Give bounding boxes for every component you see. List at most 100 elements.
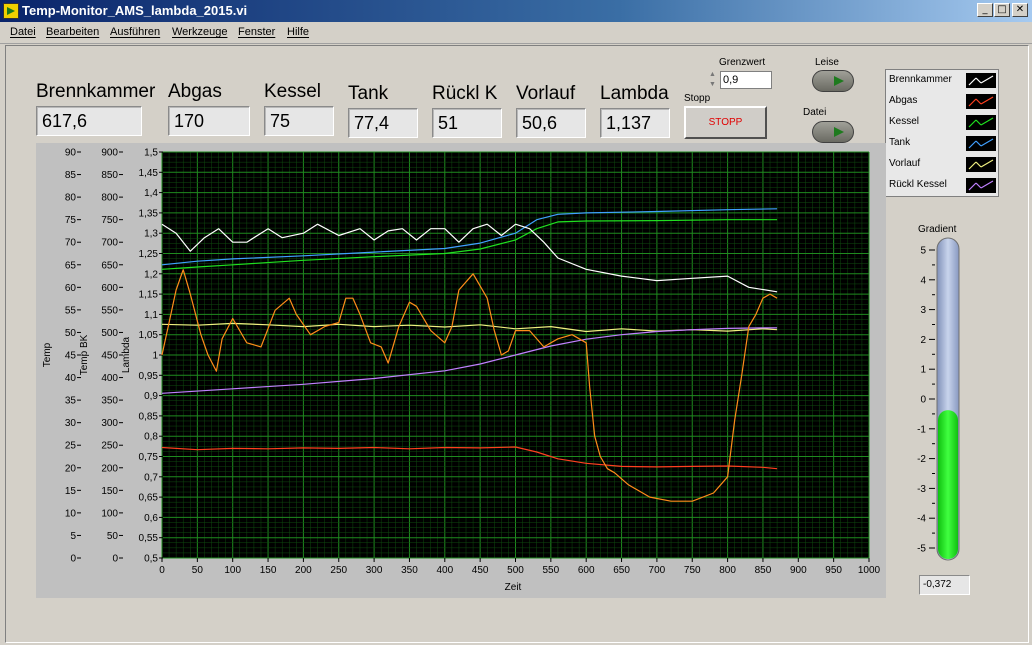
y-tick-label: 10	[65, 508, 77, 519]
plot-legend: Brennkammer Abgas Kessel Tank Vorlauf Rü…	[885, 69, 999, 197]
y-tick-label: 20	[65, 463, 77, 474]
y-tick-label: 1,25	[139, 249, 159, 260]
y-tick-label: 200	[101, 463, 118, 474]
grenzwert-input[interactable]: 0,9	[720, 71, 772, 89]
x-tick-label: 700	[649, 565, 666, 576]
y-tick-label: 1,15	[139, 290, 159, 301]
indicator-label-vorlauf: Vorlauf	[516, 83, 576, 104]
close-button[interactable]: ✕	[1012, 3, 1028, 17]
y-tick-label: 850	[101, 170, 118, 181]
x-tick-label: 300	[366, 565, 383, 576]
menu-bar: Datei Bearbeiten Ausführen Werkzeuge Fen…	[0, 22, 1032, 44]
legend-label: Vorlauf	[889, 158, 921, 169]
x-tick-label: 600	[578, 565, 595, 576]
y-tick-label: 90	[65, 148, 77, 159]
y-tick-label: 1,1	[144, 310, 158, 321]
menu-werkzeuge[interactable]: Werkzeuge	[172, 26, 227, 38]
y-tick-label: 80	[65, 193, 77, 204]
x-tick-label: 1000	[858, 565, 881, 576]
menu-datei[interactable]: Datei	[10, 26, 36, 38]
y-axis-label-lambda: Lambda	[121, 336, 132, 373]
indicator-kessel: 75	[264, 106, 334, 136]
legend-item-tank[interactable]: Tank	[886, 133, 1000, 154]
gradient-tick-label: 0	[920, 395, 926, 406]
y-tick-label: 150	[101, 486, 118, 497]
y-tick-label: 85	[65, 170, 77, 181]
stopp-button[interactable]: STOPP	[684, 106, 767, 139]
legend-item-abgas[interactable]: Abgas	[886, 91, 1000, 112]
y-tick-label: 500	[101, 328, 118, 339]
x-tick-label: 150	[260, 565, 277, 576]
y-tick-label: 1,35	[139, 208, 159, 219]
x-tick-label: 950	[825, 565, 842, 576]
indicator-label-lambda: Lambda	[600, 83, 669, 104]
x-tick-label: 900	[790, 565, 807, 576]
y-tick-label: 40	[65, 373, 77, 384]
datei-toggle[interactable]	[812, 121, 854, 143]
legend-swatch	[966, 115, 996, 130]
x-tick-label: 200	[295, 565, 312, 576]
y-tick-label: 1,45	[139, 168, 159, 179]
leise-label: Leise	[815, 57, 839, 68]
y-tick-label: 300	[101, 418, 118, 429]
legend-item-vorlauf[interactable]: Vorlauf	[886, 154, 1000, 175]
x-tick-label: 800	[719, 565, 736, 576]
gradient-tick-label: 3	[920, 305, 926, 316]
y-tick-label: 350	[101, 396, 118, 407]
legend-label: Tank	[889, 137, 911, 148]
x-tick-label: 650	[613, 565, 630, 576]
gradient-tick-label: 1	[920, 365, 926, 376]
y-tick-label: 35	[65, 396, 77, 407]
menu-fenster[interactable]: Fenster	[238, 26, 275, 38]
y-tick-label: 700	[101, 238, 118, 249]
y-tick-label: 75	[65, 215, 77, 226]
indicator-abgas: 170	[168, 106, 250, 136]
legend-label: Abgas	[889, 95, 918, 106]
menu-bearbeiten[interactable]: Bearbeiten	[46, 26, 99, 38]
indicator-vorlauf: 50,6	[516, 108, 586, 138]
y-tick-label: 1,5	[144, 148, 158, 159]
y-tick-label: 0,6	[144, 513, 158, 524]
legend-label: Kessel	[889, 116, 920, 127]
x-tick-label: 100	[224, 565, 241, 576]
gradient-label: Gradient	[918, 224, 957, 235]
legend-label: Rückl Kessel	[889, 179, 947, 190]
y-tick-label: 0,65	[139, 493, 159, 504]
y-tick-label: 70	[65, 238, 77, 249]
y-tick-label: 900	[101, 148, 118, 159]
y-tick-label: 5	[70, 531, 76, 542]
legend-label: Brennkammer	[889, 74, 952, 85]
y-tick-label: 0,55	[139, 533, 159, 544]
gradient-scale: 5 4 3 2 1 0 -1 -2 -3 -4 -5	[917, 246, 935, 555]
x-tick-label: 500	[507, 565, 524, 576]
legend-item-brennkammer[interactable]: Brennkammer	[886, 70, 1000, 91]
y-tick-label: 0,7	[144, 472, 158, 483]
indicator-lambda: 1,137	[600, 108, 670, 138]
y-tick-label: 0,95	[139, 371, 159, 382]
menu-hilfe[interactable]: Hilfe	[287, 26, 309, 38]
minimize-button[interactable]: _	[977, 3, 993, 17]
legend-swatch	[966, 178, 996, 193]
stopp-label: Stopp	[684, 93, 711, 104]
menu-ausfuehren[interactable]: Ausführen	[110, 26, 160, 38]
indicator-rueckl-k: 51	[432, 108, 502, 138]
maximize-button[interactable]: □	[994, 3, 1010, 17]
y-tick-label: 30	[65, 418, 77, 429]
y-tick-label: 0,85	[139, 411, 159, 422]
indicator-label-abgas: Abgas	[168, 81, 222, 102]
spin-arrows-icon[interactable]: ▲ ▼	[707, 70, 718, 90]
y-tick-label: 550	[101, 305, 118, 316]
legend-item-rueckl-kessel[interactable]: Rückl Kessel	[886, 175, 1000, 196]
legend-item-kessel[interactable]: Kessel	[886, 112, 1000, 133]
y-tick-label: 55	[65, 305, 77, 316]
x-tick-label: 750	[684, 565, 701, 576]
y-tick-label: 0,75	[139, 452, 159, 463]
y-tick-label: 1,4	[144, 188, 158, 199]
indicator-label-kessel: Kessel	[264, 81, 322, 102]
datei-label: Datei	[803, 107, 827, 118]
x-tick-label: 550	[543, 565, 560, 576]
gradient-tank-fill	[938, 410, 958, 559]
leise-toggle[interactable]	[812, 70, 854, 92]
indicator-label-rueckl-k: Rückl K	[432, 83, 498, 104]
gradient-tick-label: 4	[920, 275, 926, 286]
